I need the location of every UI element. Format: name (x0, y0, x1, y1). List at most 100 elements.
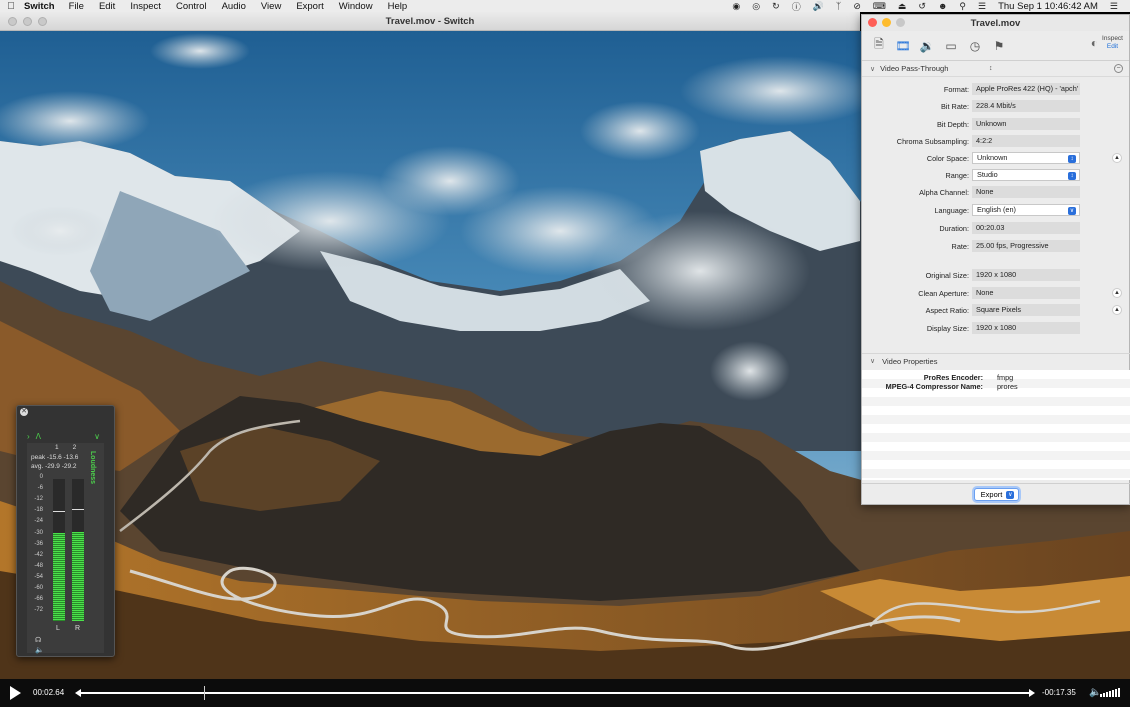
creative-cloud-icon[interactable]: ◉ (732, 1, 740, 12)
chevron-down-icon: ∨ (1006, 490, 1015, 499)
language-select[interactable]: English (en) ∨ (972, 204, 1080, 216)
user-icon[interactable]: ☻ (938, 1, 947, 11)
display-size-value[interactable]: 1920 x 1080 (972, 322, 1080, 334)
video-pass-through-header[interactable]: ∨ Video Pass-Through ↕ − (862, 61, 1129, 77)
section-video-properties: Video Properties (882, 356, 938, 366)
time-machine-icon[interactable]: ↺ (918, 1, 926, 12)
bluetooth-icon[interactable]: ᛉ (836, 1, 841, 11)
prop-label: Range: (945, 171, 969, 180)
prop-display-size: Display Size: 1920 x 1080 (862, 322, 1130, 334)
menu-audio[interactable]: Audio (222, 1, 246, 12)
volume-slider[interactable] (1100, 688, 1120, 697)
remove-track-button[interactable]: − (1114, 64, 1123, 73)
menu-file[interactable]: File (69, 1, 84, 12)
prop-color-space: Color Space: Unknown ↕ ▲ (862, 152, 1130, 164)
meter-scale-tick: -24 (34, 518, 43, 525)
meter-scale-tick: -6 (37, 485, 43, 492)
video-properties-header[interactable]: ∨ Video Properties (862, 353, 1130, 368)
eject-icon[interactable]: ⏏ (898, 1, 907, 12)
rate-value[interactable]: 25.00 fps, Progressive (972, 240, 1080, 252)
chrome-icon[interactable]: ◎ (752, 1, 760, 12)
duration-value[interactable]: 00:20.03 (972, 222, 1080, 234)
remaining-time: -00:17.35 (1042, 688, 1076, 697)
sync-icon[interactable]: ↻ (772, 1, 780, 12)
updown-arrows-icon[interactable]: ↕ (989, 65, 993, 72)
video-properties-table: ProRes Encoder: fmpg MPEG-4 Compressor N… (862, 370, 1130, 480)
speaker-icon[interactable]: 🔈 (35, 646, 44, 654)
avg-readout: avg. -29.9 -29.2 (31, 463, 77, 470)
language-value: English (en) (977, 205, 1016, 214)
menu-window[interactable]: Window (339, 1, 373, 12)
chroma-value[interactable]: 4:2:2 (972, 135, 1080, 147)
subtitle-icon[interactable]: ▭ (942, 37, 960, 55)
meter-chevron-down-icon[interactable]: ∨ (94, 432, 100, 441)
original-size-value[interactable]: 1920 x 1080 (972, 269, 1080, 281)
menu-bar:  Switch File Edit Inspect Control Audio… (0, 0, 1130, 12)
aspect-ratio-value[interactable]: Square Pixels (972, 304, 1080, 316)
table-row[interactable]: ProRes Encoder: fmpg (862, 373, 1130, 382)
menu-export[interactable]: Export (296, 1, 323, 12)
control-center-icon[interactable]: ☰ (978, 1, 986, 12)
alpha-value[interactable]: None (972, 186, 1080, 198)
clean-aperture-value[interactable]: None (972, 287, 1080, 299)
inspect-edit-toggle[interactable]: ◐ Inspect Edit (1091, 35, 1123, 51)
meter-scale-tick: -30 (34, 529, 43, 536)
loudness-label: Loudness (89, 451, 96, 485)
prop-duration: Duration: 00:20.03 (862, 222, 1130, 234)
meter-scale-tick: -60 (34, 585, 43, 591)
bit-depth-value[interactable]: Unknown (972, 118, 1080, 130)
format-value[interactable]: Apple ProRes 422 (HQ) - 'apch' (972, 83, 1080, 95)
menu-inspect[interactable]: Inspect (130, 1, 161, 12)
meter-scale-tick: -66 (34, 596, 43, 603)
headphones-icon[interactable]: ☊ (35, 636, 41, 644)
close-icon[interactable]: ✕ (20, 408, 28, 416)
player-title-bar[interactable]: Travel.mov - Switch (0, 12, 860, 31)
play-icon[interactable] (10, 686, 21, 700)
notification-icon[interactable]: ☰ (1110, 1, 1118, 12)
keyboard-icon[interactable]: ⌨ (873, 1, 886, 12)
clock-icon[interactable]: ◷ (966, 37, 984, 55)
expand-arrow-icon[interactable]: › (27, 432, 30, 441)
menu-app-name[interactable]: Switch (24, 1, 55, 12)
audio-icon[interactable]: 🔉 (918, 37, 936, 55)
menu-control[interactable]: Control (176, 1, 207, 12)
in-point-marker[interactable] (75, 689, 81, 697)
out-point-marker[interactable] (1029, 689, 1035, 697)
properties-list: Format: Apple ProRes 422 (HQ) - 'apch' B… (862, 77, 1129, 353)
prop-label: Chroma Subsampling: (896, 137, 969, 146)
video-icon[interactable]: 🎞 (894, 37, 912, 55)
flag-icon[interactable]: ⚑ (990, 37, 1008, 55)
meter-channel-left (53, 479, 65, 621)
menu-edit[interactable]: Edit (99, 1, 115, 12)
inspector-title-bar[interactable]: Travel.mov (862, 15, 1129, 31)
scrubber-track[interactable] (75, 686, 1035, 700)
playhead[interactable] (204, 686, 206, 700)
disclosure-up-icon[interactable]: ▲ (1112, 305, 1122, 315)
apple-menu-icon[interactable]:  (0, 1, 22, 12)
prop-label: Aspect Ratio: (925, 306, 969, 315)
popup-arrows-icon: ↕ (1068, 172, 1076, 180)
inspect-label: Inspect (1102, 35, 1123, 42)
range-select[interactable]: Studio ↕ (972, 169, 1080, 181)
loudness-mode-icon[interactable]: Λ (36, 432, 41, 441)
menu-clock[interactable]: Thu Sep 1 10:46:42 AM (998, 1, 1098, 12)
export-button[interactable]: Export ∨ (973, 488, 1020, 501)
edit-label[interactable]: Edit (1102, 43, 1123, 51)
wifi-off-icon[interactable]: ⊘ (853, 1, 861, 12)
disclosure-up-icon[interactable]: ▲ (1112, 153, 1122, 163)
menu-help[interactable]: Help (388, 1, 408, 12)
elapsed-time: 00:02.64 (33, 688, 65, 697)
disclosure-up-icon[interactable]: ▲ (1112, 288, 1122, 298)
document-icon[interactable]: 🗎 (870, 37, 888, 55)
row-key: MPEG-4 Compressor Name: (885, 382, 983, 391)
alert-icon[interactable]: ⓘ (792, 0, 801, 13)
table-row[interactable]: MPEG-4 Compressor Name: prores (862, 382, 1130, 391)
menu-view[interactable]: View (261, 1, 281, 12)
chevron-down-icon[interactable]: ∨ (870, 357, 875, 365)
color-space-select[interactable]: Unknown ↕ (972, 152, 1080, 164)
volume-icon[interactable]: 🔊 (813, 1, 824, 12)
spotlight-icon[interactable]: ⚲ (959, 1, 966, 12)
prop-label: Alpha Channel: (919, 188, 969, 197)
bit-rate-value[interactable]: 228.4 Mbit/s (972, 100, 1080, 112)
chevron-down-icon[interactable]: ∨ (870, 65, 875, 73)
